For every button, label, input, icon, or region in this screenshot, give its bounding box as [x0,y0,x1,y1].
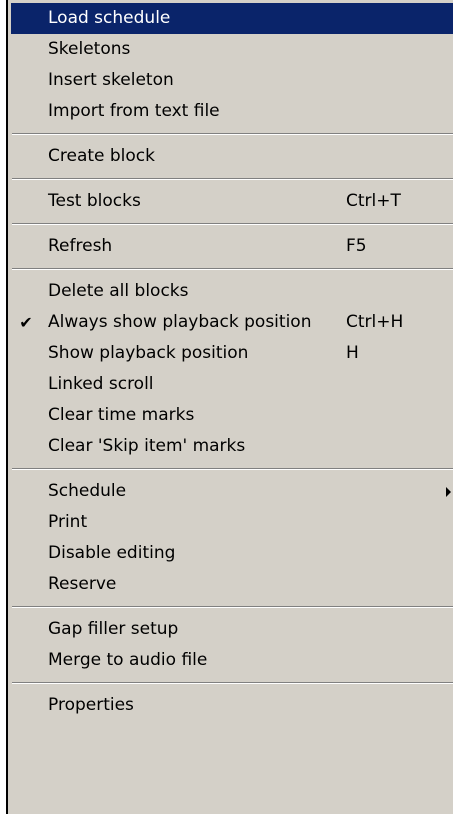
menu-separator [8,172,453,186]
menu-item-label: Clear time marks [48,405,195,425]
menu-item-linked-scroll[interactable]: Linked scroll [8,369,453,400]
menu-item-reserve[interactable]: Reserve [8,569,453,600]
menu-item-create-block[interactable]: Create block [8,141,453,172]
menu-item-gap-filler-setup[interactable]: Gap filler setup [8,614,453,645]
menu-item-clear-skip-item-marks[interactable]: Clear 'Skip item' marks [8,431,453,462]
menu-item-label: Properties [48,695,134,715]
menu-item-shortcut: Ctrl+T [346,191,401,211]
menu-item-disable-editing[interactable]: Disable editing [8,538,453,569]
menu-item-show-playback-position[interactable]: Show playback position H [8,338,453,369]
menu-separator [8,462,453,476]
menu-item-delete-all-blocks[interactable]: Delete all blocks [8,276,453,307]
menu-item-load-schedule[interactable]: Load schedule [11,3,453,34]
menu-item-label: Refresh [48,236,113,256]
menu-item-label: Delete all blocks [48,281,189,301]
menu-item-insert-skeleton[interactable]: Insert skeleton [8,65,453,96]
menu-separator [8,262,453,276]
menu-item-schedule[interactable]: Schedule [8,476,453,507]
menu-item-test-blocks[interactable]: Test blocks Ctrl+T [8,186,453,217]
menu-item-label: Insert skeleton [48,70,174,90]
menu-item-label: Reserve [48,574,117,594]
menu-separator [8,676,453,690]
submenu-arrow-icon [446,487,451,497]
menu-item-shortcut: F5 [346,236,367,256]
menu-item-label: Print [48,512,88,532]
menu-item-refresh[interactable]: Refresh F5 [8,231,453,262]
menu-separator [8,600,453,614]
menu-item-label: Create block [48,146,155,166]
menu-item-label: Load schedule [48,8,171,28]
menu-item-clear-time-marks[interactable]: Clear time marks [8,400,453,431]
menu-item-import-from-text-file[interactable]: Import from text file [8,96,453,127]
menu-item-shortcut: Ctrl+H [346,312,404,332]
menu-item-skeletons[interactable]: Skeletons [8,34,453,65]
menu-item-label: Merge to audio file [48,650,208,670]
menu-item-label: Clear 'Skip item' marks [48,436,246,456]
menu-separator [8,127,453,141]
menu-item-merge-to-audio-file[interactable]: Merge to audio file [8,645,453,676]
menu-item-label: Schedule [48,481,127,501]
menu-item-label: Import from text file [48,101,220,121]
menu-item-properties[interactable]: Properties [8,690,453,721]
menu-item-label: Test blocks [48,191,141,211]
menu-item-label: Gap filler setup [48,619,179,639]
menu-item-label: Disable editing [48,543,176,563]
menu-item-label: Show playback position [48,343,249,363]
menu-item-shortcut: H [346,343,359,363]
menu-separator [8,217,453,231]
menu-item-label: Linked scroll [48,374,154,394]
menu-item-label: Always show playback position [48,312,312,332]
menu-item-print[interactable]: Print [8,507,453,538]
menu-item-always-show-playback-position[interactable]: ✔ Always show playback position Ctrl+H [8,307,453,338]
checkmark-icon: ✔ [19,313,33,332]
menu-item-label: Skeletons [48,39,131,59]
context-menu: Load schedule Skeletons Insert skeleton … [6,0,453,814]
